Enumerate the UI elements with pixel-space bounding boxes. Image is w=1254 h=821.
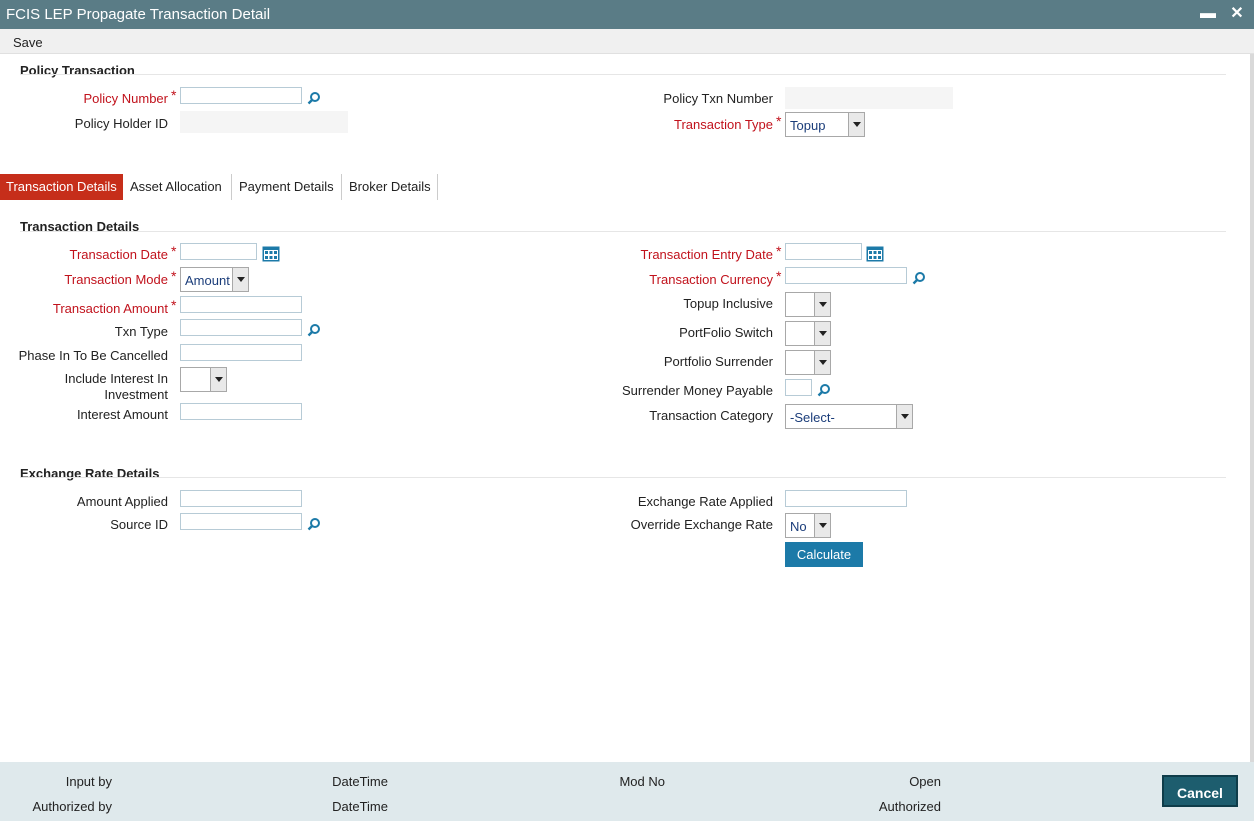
tab-asset-allocation[interactable]: Asset Allocation xyxy=(124,174,232,200)
txn-type-input[interactable] xyxy=(180,319,302,336)
transaction-category-value: -Select- xyxy=(790,410,835,425)
required-marker: * xyxy=(776,243,782,259)
include-interest-label-line2: Investment xyxy=(104,387,168,402)
amount-applied-input[interactable] xyxy=(180,490,302,507)
transaction-mode-select[interactable]: Amount xyxy=(180,267,249,292)
transaction-amount-label: Transaction Amount xyxy=(52,301,168,316)
override-exchange-rate-value: No xyxy=(790,519,807,534)
save-button[interactable]: Save xyxy=(13,35,43,50)
tab-broker-details[interactable]: Broker Details xyxy=(343,174,438,200)
topup-inclusive-label: Topup Inclusive xyxy=(683,296,773,311)
policy-section-title: Policy Transaction xyxy=(20,63,135,78)
required-marker: * xyxy=(776,268,782,284)
exchange-section-title: Exchange Rate Details xyxy=(20,466,160,481)
required-marker: * xyxy=(171,87,177,103)
transaction-section-divider xyxy=(20,231,1226,232)
source-id-input[interactable] xyxy=(180,513,302,530)
surrender-money-input[interactable] xyxy=(785,379,812,396)
include-interest-label: Include Interest In xyxy=(64,371,168,386)
transaction-amount-input[interactable] xyxy=(180,296,302,313)
transaction-type-label: Transaction Type xyxy=(674,117,773,132)
authorized-status-label: Authorized xyxy=(878,799,941,814)
chevron-down-icon xyxy=(210,368,226,391)
auth-datetime-label: DateTime xyxy=(332,799,388,814)
open-status-label: Open xyxy=(909,774,941,789)
search-icon[interactable] xyxy=(307,91,321,105)
source-id-label: Source ID xyxy=(110,517,168,532)
input-datetime-label: DateTime xyxy=(332,774,388,789)
transaction-currency-label: Transaction Currency xyxy=(649,272,773,287)
topup-inclusive-select[interactable] xyxy=(785,292,831,317)
minimize-button[interactable]: ▬ xyxy=(1198,3,1218,25)
transaction-entry-date-input[interactable] xyxy=(785,243,862,260)
vertical-scrollbar[interactable] xyxy=(1250,54,1254,762)
required-marker: * xyxy=(171,268,177,284)
transaction-mode-value: Amount xyxy=(185,273,230,288)
chevron-down-icon xyxy=(896,405,912,428)
transaction-date-input[interactable] xyxy=(180,243,257,260)
portfolio-switch-select[interactable] xyxy=(785,321,831,346)
required-marker: * xyxy=(171,297,177,313)
txn-type-label: Txn Type xyxy=(114,324,168,339)
interest-amount-input[interactable] xyxy=(180,403,302,420)
search-icon[interactable] xyxy=(307,323,321,337)
chevron-down-icon xyxy=(814,293,830,316)
title-bar: FCIS LEP Propagate Transaction Detail ▬ … xyxy=(0,0,1254,29)
exchange-rate-applied-input[interactable] xyxy=(785,490,907,507)
policy-number-input[interactable] xyxy=(180,87,302,104)
policy-txn-number-label: Policy Txn Number xyxy=(663,91,773,106)
search-icon[interactable] xyxy=(817,383,831,397)
search-icon[interactable] xyxy=(912,271,926,285)
policy-txn-number-field xyxy=(785,87,953,109)
chevron-down-icon xyxy=(232,268,248,291)
phase-in-input[interactable] xyxy=(180,344,302,361)
policy-holder-field xyxy=(180,111,348,133)
portfolio-surrender-select[interactable] xyxy=(785,350,831,375)
close-button[interactable]: ✕ xyxy=(1227,3,1247,25)
required-marker: * xyxy=(171,243,177,259)
transaction-category-label: Transaction Category xyxy=(649,408,773,423)
tab-transaction-details[interactable]: Transaction Details xyxy=(0,174,123,200)
chevron-down-icon xyxy=(814,351,830,374)
portfolio-surrender-label: Portfolio Surrender xyxy=(663,354,773,369)
transaction-type-value: Topup xyxy=(790,118,826,133)
chevron-down-icon xyxy=(848,113,864,136)
override-exchange-rate-label: Override Exchange Rate xyxy=(630,517,773,532)
tab-payment-details[interactable]: Payment Details xyxy=(233,174,342,200)
calculate-button[interactable]: Calculate xyxy=(785,542,863,567)
calendar-icon[interactable] xyxy=(262,246,280,262)
policy-number-label: Policy Number xyxy=(83,91,168,106)
phase-in-label: Phase In To Be Cancelled xyxy=(18,348,168,363)
surrender-money-label: Surrender Money Payable xyxy=(621,383,773,398)
amount-applied-label: Amount Applied xyxy=(76,494,168,509)
include-interest-select[interactable] xyxy=(180,367,227,392)
audit-footer: Input by Authorized by DateTime DateTime… xyxy=(0,762,1254,821)
search-icon[interactable] xyxy=(307,517,321,531)
transaction-category-select[interactable]: -Select- xyxy=(785,404,913,429)
cancel-button[interactable]: Cancel xyxy=(1162,775,1238,807)
transaction-mode-label: Transaction Mode xyxy=(64,272,168,287)
override-exchange-rate-select[interactable]: No xyxy=(785,513,831,538)
exchange-section-divider xyxy=(20,477,1226,478)
mod-no-label: Mod No xyxy=(619,774,665,789)
transaction-date-label: Transaction Date xyxy=(69,247,168,262)
exchange-rate-applied-label: Exchange Rate Applied xyxy=(637,494,773,509)
interest-amount-label: Interest Amount xyxy=(76,407,168,422)
portfolio-switch-label: PortFolio Switch xyxy=(679,325,773,340)
input-by-label: Input by xyxy=(65,774,112,789)
transaction-entry-date-label: Transaction Entry Date xyxy=(640,247,773,262)
required-marker: * xyxy=(776,113,782,129)
authorized-by-label: Authorized by xyxy=(32,799,113,814)
policy-holder-label: Policy Holder ID xyxy=(74,116,168,131)
chevron-down-icon xyxy=(814,322,830,345)
policy-section-divider xyxy=(20,74,1226,75)
transaction-currency-input[interactable] xyxy=(785,267,907,284)
chevron-down-icon xyxy=(814,514,830,537)
calendar-icon[interactable] xyxy=(866,246,884,262)
transaction-type-select[interactable]: Topup xyxy=(785,112,865,137)
window-title: FCIS LEP Propagate Transaction Detail xyxy=(6,6,271,23)
toolbar: Save xyxy=(0,29,1254,54)
